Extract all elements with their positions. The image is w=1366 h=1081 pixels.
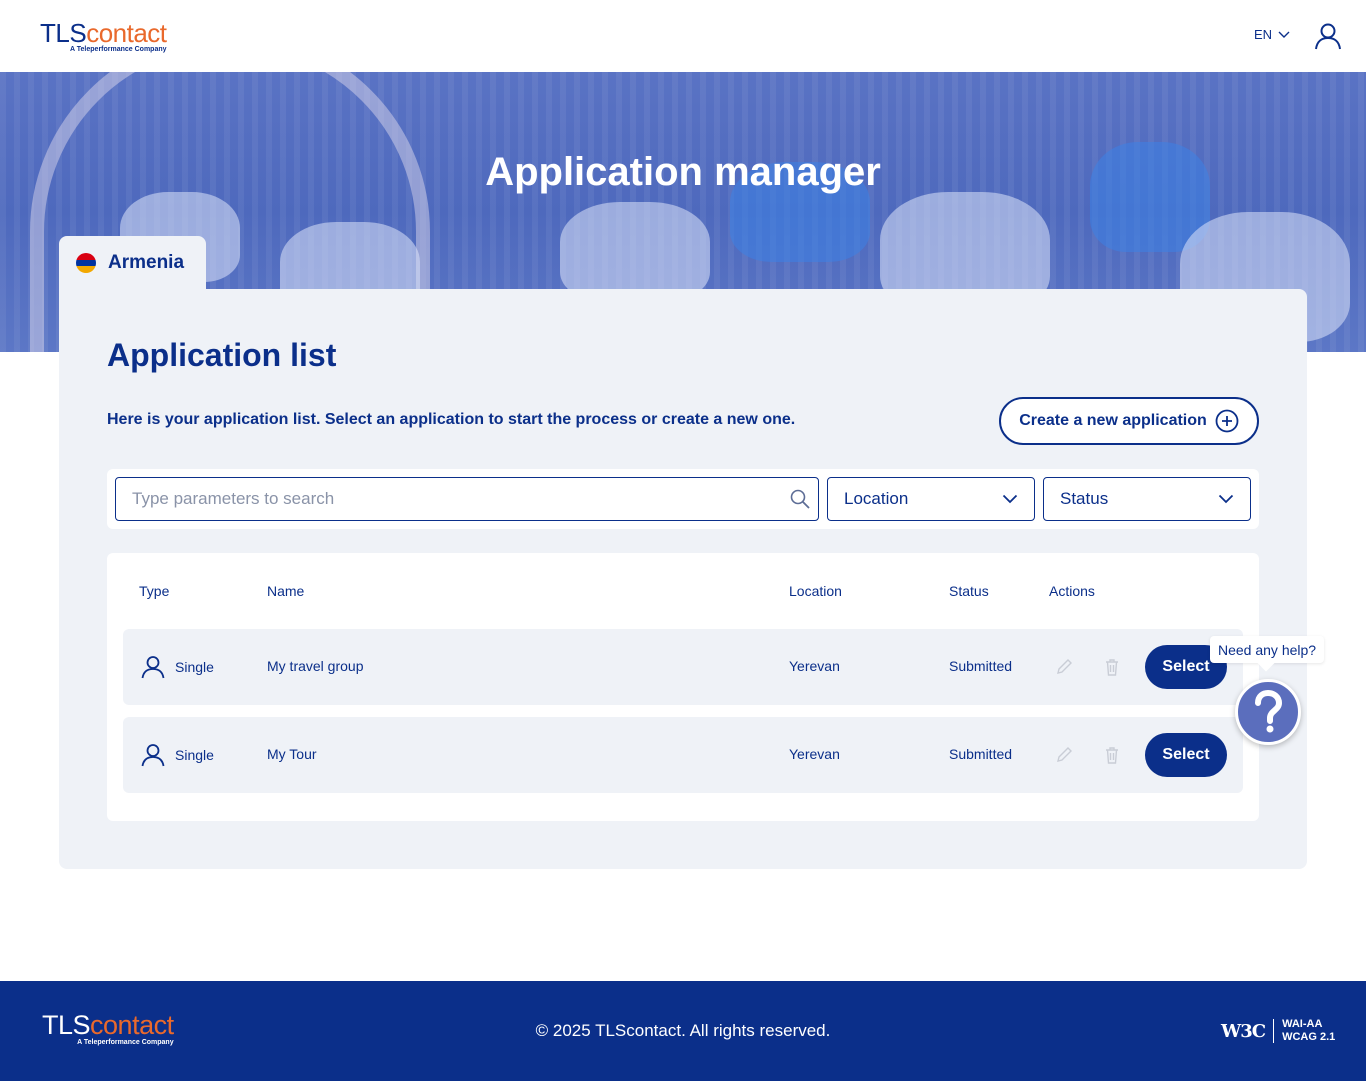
application-location: Yerevan: [789, 746, 840, 762]
single-user-icon: [141, 656, 165, 679]
language-label: EN: [1254, 27, 1273, 42]
table-row: Single My travel group Yerevan Submitted…: [123, 629, 1243, 705]
application-location: Yerevan: [789, 658, 840, 674]
tlscontact-logo[interactable]: TLScontact A Teleperformance Company: [40, 20, 167, 53]
hero-decoration: [560, 202, 710, 302]
section-title: Application list: [107, 337, 337, 373]
wcag-version: WCAG 2.1: [1282, 1031, 1336, 1043]
wcag-badge[interactable]: W3C WAI-AA WCAG 2.1: [1221, 1018, 1335, 1044]
badge-divider: [1273, 1019, 1275, 1043]
delete-trash-icon[interactable]: [1103, 657, 1121, 677]
applications-table: Type Name Location Status Actions Single…: [107, 553, 1259, 821]
create-application-button[interactable]: Create a new application: [999, 397, 1259, 445]
chevron-down-icon: [1002, 494, 1018, 504]
application-status: Submitted: [949, 658, 1013, 674]
location-dropdown-label: Location: [844, 489, 909, 508]
select-application-button[interactable]: Select: [1145, 733, 1227, 777]
question-mark-icon: [1255, 690, 1283, 733]
w3c-logo: W3C: [1221, 1020, 1266, 1042]
country-tab-label: Armenia: [108, 252, 185, 273]
column-header-status: Status: [949, 583, 989, 599]
location-dropdown[interactable]: Location: [827, 477, 1035, 521]
application-name: My Tour: [267, 746, 317, 762]
filter-bar: Location Status: [107, 469, 1259, 529]
user-account-icon[interactable]: [1314, 22, 1342, 50]
search-field: [115, 477, 819, 521]
help-tooltip: Need any help?: [1210, 636, 1325, 663]
language-selector[interactable]: EN: [1254, 27, 1290, 42]
status-dropdown-label: Status: [1060, 489, 1109, 508]
plus-circle-icon: [1215, 409, 1239, 433]
help-button[interactable]: [1235, 679, 1301, 745]
logo-text-tls: TLS: [40, 18, 87, 48]
top-navigation-bar: TLScontact A Teleperformance Company EN: [0, 0, 1366, 72]
create-application-label: Create a new application: [1019, 412, 1207, 429]
wai-text: WAI-AA WCAG 2.1: [1282, 1018, 1335, 1044]
copyright-text: © 2025 TLScontact. All rights reserved.: [535, 1021, 831, 1040]
country-tab-armenia[interactable]: Armenia: [59, 236, 206, 290]
chevron-down-icon: [1278, 31, 1290, 38]
column-header-name: Name: [267, 583, 305, 599]
application-type-label: Single: [175, 659, 214, 675]
column-header-actions: Actions: [1049, 583, 1095, 599]
edit-pencil-icon[interactable]: [1055, 657, 1073, 677]
wai-level: WAI-AA: [1282, 1018, 1323, 1030]
search-input[interactable]: [116, 478, 776, 520]
application-name: My travel group: [267, 658, 364, 674]
search-icon[interactable]: [790, 489, 810, 509]
section-description: Here is your application list. Select an…: [107, 411, 796, 428]
site-footer: TLScontact A Teleperformance Company © 2…: [0, 981, 1366, 1081]
application-status: Submitted: [949, 746, 1013, 762]
table-row: Single My Tour Yerevan Submitted Select: [123, 717, 1243, 793]
page-title: Application manager: [485, 150, 881, 194]
single-user-icon: [141, 744, 165, 767]
application-type: Single: [141, 655, 214, 679]
armenia-flag-icon: [76, 253, 96, 273]
application-type: Single: [141, 743, 214, 767]
chevron-down-icon: [1218, 494, 1234, 504]
delete-trash-icon[interactable]: [1103, 745, 1121, 765]
column-header-type: Type: [139, 583, 170, 599]
logo-text-contact: contact: [86, 18, 167, 48]
status-dropdown[interactable]: Status: [1043, 477, 1251, 521]
edit-pencil-icon[interactable]: [1055, 745, 1073, 765]
application-type-label: Single: [175, 747, 214, 763]
application-list-panel: Application list Here is your applicatio…: [59, 289, 1307, 869]
column-header-location: Location: [789, 583, 842, 599]
